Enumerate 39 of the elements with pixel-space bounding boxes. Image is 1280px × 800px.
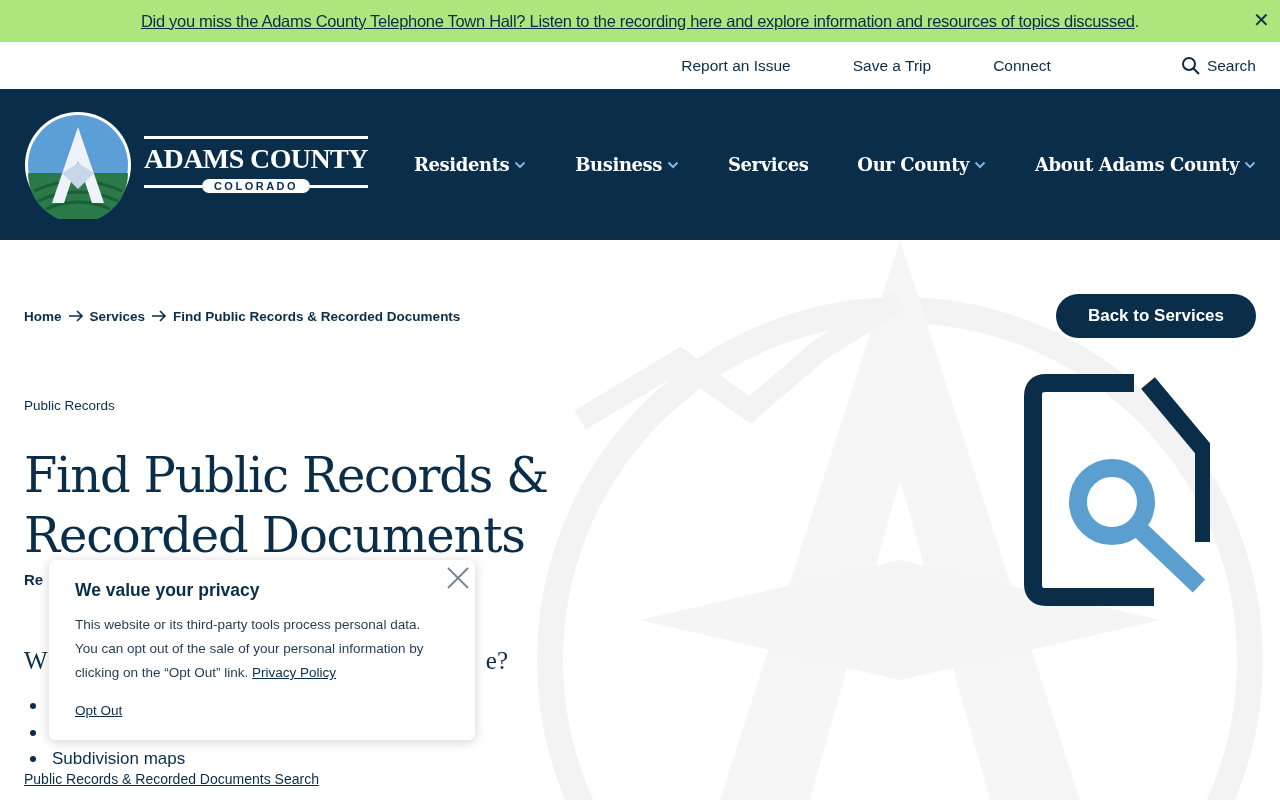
search-link-text[interactable]: Public Records & Recorded Documents Search [24, 771, 319, 787]
bullet-icon [30, 702, 36, 709]
search-link[interactable]: Search [1180, 55, 1256, 76]
utility-link[interactable]: Connect [993, 56, 1051, 75]
logo-subtitle: COLORADO [201, 179, 311, 194]
search-icon [1180, 55, 1201, 76]
dialog-text: This website or its third-party tools process personal data. You can opt out of the sale of your personal information by clicking on the “Opt Out” link. Privacy Policy [75, 616, 425, 682]
subtitle-text: Re [24, 571, 44, 588]
document-search-icon [1024, 374, 1210, 606]
county-seal-drawing[interactable] [24, 110, 132, 219]
logo-text: ADAMS COUNTY [144, 141, 368, 176]
breadcrumb-link[interactable]: Home [24, 308, 62, 324]
utility-link[interactable]: Save a Trip [852, 56, 932, 75]
nav-menu-item[interactable]: Residents [414, 154, 527, 175]
section-heading: e? [485, 646, 508, 676]
nav-menu-item[interactable]: About Adams County [1035, 154, 1256, 175]
category-label: Public Records [24, 398, 115, 413]
bullet-icon [30, 729, 36, 736]
dialog-title: We value your privacy [75, 580, 260, 601]
opt-out-link[interactable]: Opt Out [75, 703, 123, 718]
close-button[interactable] [447, 567, 469, 589]
page-title: Find Public Records & Recorded Documents [24, 446, 549, 565]
nav-menu-item[interactable]: Our County [857, 154, 987, 175]
utility-link[interactable]: Report an Issue [681, 56, 791, 75]
alert-link[interactable]: Did you miss the Adams County Telephone Town Hall? Listen to the recording here and explore information and resources of topics discussed [140, 11, 1135, 30]
privacy-policy-link[interactable]: Privacy Policy [252, 665, 337, 680]
alert-message: Did you miss the Adams County Telephone Town Hall? Listen to the recording here and explore information and resources of topics discussed. [140, 11, 1140, 31]
breadcrumb-link[interactable]: Services [89, 308, 146, 324]
nav-menu-item[interactable]: Business [575, 154, 680, 175]
close-button[interactable]: ✕ [1253, 8, 1270, 32]
arrow-right-icon [67, 310, 84, 322]
back-button[interactable]: Back to Services [1055, 294, 1256, 338]
bullet-icon [30, 755, 36, 762]
nav-menu-item[interactable]: Services [727, 154, 809, 175]
arrow-right-icon [151, 310, 168, 322]
section-heading: W [24, 646, 48, 676]
breadcrumb-link[interactable]: Find Public Records & Recorded Documents [173, 308, 461, 324]
close-icon [447, 567, 469, 589]
list-item-text: Subdivision maps [52, 748, 186, 769]
